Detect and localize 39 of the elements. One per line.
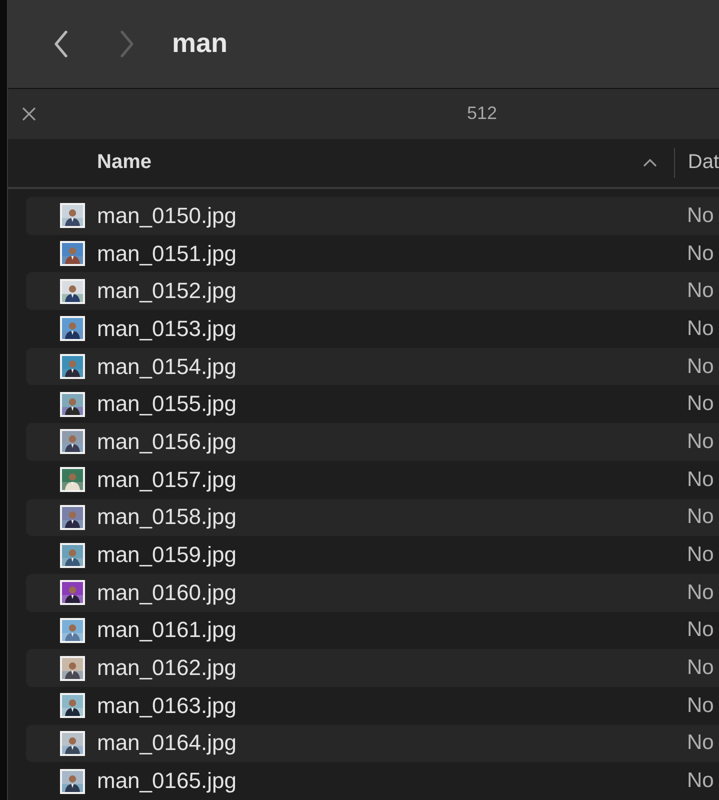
file-name[interactable]: man_0151.jpg bbox=[97, 240, 236, 267]
file-name[interactable]: man_0159.jpg bbox=[97, 542, 236, 568]
date-cell-text: No bbox=[687, 731, 715, 756]
date-cell-text: No bbox=[687, 694, 715, 718]
file-name[interactable]: man_0161.jpg bbox=[97, 617, 236, 644]
file-name[interactable]: man_0156.jpg bbox=[97, 428, 236, 455]
window-title: man bbox=[172, 28, 228, 60]
file-name[interactable]: man_0153.jpg bbox=[97, 316, 236, 342]
file-name[interactable]: man_0162.jpg bbox=[97, 655, 236, 682]
sort-ascending-icon bbox=[642, 158, 657, 167]
date-cell-text: No bbox=[687, 242, 715, 266]
file-name[interactable]: man_0150.jpg bbox=[97, 202, 236, 229]
date-cell-text: No bbox=[687, 543, 715, 568]
date-cell-text: No bbox=[687, 279, 715, 304]
date-cell-text: No bbox=[687, 430, 715, 454]
date-cell-text: No bbox=[687, 618, 715, 642]
file-name[interactable]: man_0158.jpg bbox=[97, 504, 236, 530]
item-count: 512 bbox=[467, 103, 498, 124]
date-cell-text: No bbox=[687, 769, 715, 794]
date-cell-text: No bbox=[687, 468, 715, 492]
file-name[interactable]: man_0157.jpg bbox=[97, 466, 236, 493]
date-cell-text: No bbox=[687, 392, 715, 416]
file-name[interactable]: man_0152.jpg bbox=[97, 278, 236, 304]
date-cell-text: No bbox=[687, 505, 715, 530]
close-icon[interactable] bbox=[22, 106, 36, 121]
file-name[interactable]: man_0154.jpg bbox=[97, 354, 236, 380]
date-cell-text: No bbox=[687, 656, 715, 680]
file-name[interactable]: man_0164.jpg bbox=[97, 730, 236, 756]
back-icon[interactable] bbox=[53, 30, 69, 58]
file-name[interactable]: man_0160.jpg bbox=[97, 580, 236, 606]
date-cell-text: No bbox=[687, 354, 715, 379]
date-cell-text: No bbox=[687, 580, 715, 605]
file-name[interactable]: man_0163.jpg bbox=[97, 692, 236, 719]
column-header[interactable]: Name bbox=[97, 151, 152, 174]
date-cell-text: No bbox=[687, 204, 715, 228]
column-header[interactable]: Dat bbox=[688, 151, 719, 174]
date-cell-text: No bbox=[687, 316, 715, 341]
file-name[interactable]: man_0155.jpg bbox=[97, 391, 236, 418]
file-name[interactable]: man_0165.jpg bbox=[97, 768, 236, 794]
